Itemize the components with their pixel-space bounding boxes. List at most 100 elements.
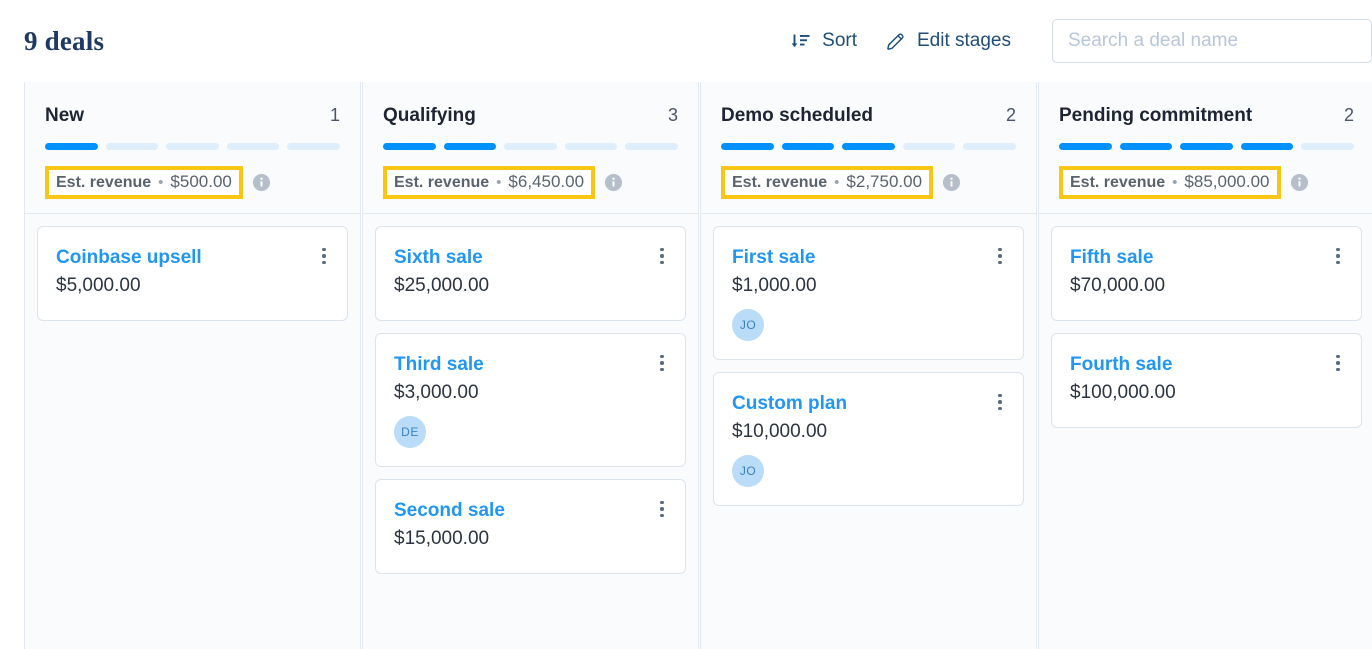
deal-card[interactable]: Coinbase upsell $5,000.00 <box>37 226 348 321</box>
deal-amount: $25,000.00 <box>394 275 490 296</box>
stage-name: Demo scheduled <box>721 105 874 126</box>
estimated-revenue-row: Est. revenue • $6,450.00 <box>383 166 678 199</box>
estimated-revenue-highlight: Est. revenue • $500.00 <box>45 166 243 199</box>
info-circle-icon[interactable] <box>252 173 271 192</box>
page-header: 9 deals Sort Edit stages <box>0 0 1372 82</box>
progress-segment <box>166 143 219 150</box>
progress-segment <box>443 143 497 150</box>
stage-progress-bar <box>45 143 340 150</box>
estimated-revenue-highlight: Est. revenue • $6,450.00 <box>383 166 596 199</box>
edit-stages-button[interactable]: Edit stages <box>871 22 1025 60</box>
stage-deal-count: 2 <box>1005 105 1016 125</box>
estimated-revenue-label: Est. revenue <box>394 174 490 191</box>
deal-name-link[interactable]: Second sale <box>394 500 667 522</box>
progress-segment <box>721 143 774 150</box>
stage-name: Pending commitment <box>1059 105 1253 126</box>
stage-card-list: Fifth sale $70,000.00 Fourth sale $100,000.… <box>1039 214 1372 649</box>
progress-segment <box>842 143 895 150</box>
progress-segment <box>504 143 557 150</box>
stage-header-row: Qualifying 3 <box>383 105 678 127</box>
progress-segment <box>1059 143 1112 150</box>
deal-name-link[interactable]: Fourth sale <box>1070 354 1343 376</box>
more-vertical-icon[interactable] <box>315 245 333 267</box>
pencil-icon <box>885 31 906 52</box>
deal-amount: $3,000.00 <box>394 382 479 403</box>
avatar[interactable]: JO <box>732 309 764 341</box>
progress-segment <box>287 143 340 150</box>
deal-amount: $1,000.00 <box>732 275 817 296</box>
estimated-revenue-row: Est. revenue • $500.00 <box>45 166 340 199</box>
stage-column-header: Pending commitment 2 Est. revenue • $85,000.… <box>1039 82 1372 214</box>
info-circle-icon[interactable] <box>604 173 623 192</box>
stage-progress-bar <box>721 143 1016 150</box>
more-vertical-icon[interactable] <box>991 245 1009 267</box>
deal-name-link[interactable]: Third sale <box>394 354 667 376</box>
stage-column: Demo scheduled 2 Est. revenue • $2,750.00 Fir… <box>700 82 1037 649</box>
progress-segment <box>45 143 98 150</box>
deal-card[interactable]: Sixth sale $25,000.00 <box>375 226 686 321</box>
estimated-revenue-label: Est. revenue <box>1070 174 1166 191</box>
separator-dot: • <box>496 174 502 191</box>
progress-segment <box>781 143 835 150</box>
deal-name-link[interactable]: First sale <box>732 247 1005 269</box>
estimated-revenue-highlight: Est. revenue • $85,000.00 <box>1059 166 1281 199</box>
deal-card[interactable]: Second sale $15,000.00 <box>375 479 686 574</box>
deal-name-link[interactable]: Coinbase upsell <box>56 247 329 269</box>
stage-column-header: Qualifying 3 Est. revenue • $6,450.00 <box>363 82 698 214</box>
deal-card[interactable]: Fourth sale $100,000.00 <box>1051 333 1362 428</box>
stage-header-row: New 1 <box>45 105 340 127</box>
estimated-revenue-row: Est. revenue • $85,000.00 <box>1059 166 1354 199</box>
deal-amount: $70,000.00 <box>1070 275 1166 296</box>
deal-card[interactable]: First sale $1,000.00 JO <box>713 226 1024 360</box>
deal-amount: $100,000.00 <box>1070 382 1176 403</box>
more-vertical-icon[interactable] <box>1329 245 1347 267</box>
progress-segment <box>564 143 618 150</box>
progress-segment <box>105 143 159 150</box>
separator-dot: • <box>1172 174 1178 191</box>
avatar[interactable]: DE <box>394 416 426 448</box>
progress-segment <box>1301 143 1354 150</box>
more-vertical-icon[interactable] <box>991 391 1009 413</box>
deal-name-link[interactable]: Custom plan <box>732 393 1005 415</box>
estimated-revenue-value: $6,450.00 <box>508 172 585 191</box>
estimated-revenue-label: Est. revenue <box>56 174 152 191</box>
estimated-revenue-label: Est. revenue <box>732 174 828 191</box>
estimated-revenue-value: $500.00 <box>170 172 232 191</box>
header-actions: Sort Edit stages <box>776 0 1372 82</box>
deal-amount: $15,000.00 <box>394 528 490 549</box>
stage-column: New 1 Est. revenue • $500.00 Coinbase upsell $… <box>24 82 361 649</box>
deal-card[interactable]: Fifth sale $70,000.00 <box>1051 226 1362 321</box>
deal-amount: $5,000.00 <box>56 275 141 296</box>
stage-column-header: Demo scheduled 2 Est. revenue • $2,750.00 <box>701 82 1036 214</box>
estimated-revenue-row: Est. revenue • $2,750.00 <box>721 166 1016 199</box>
stage-column-header: New 1 Est. revenue • $500.00 <box>25 82 360 214</box>
deal-name-link[interactable]: Sixth sale <box>394 247 667 269</box>
more-vertical-icon[interactable] <box>653 245 671 267</box>
more-vertical-icon[interactable] <box>1329 352 1347 374</box>
search-input[interactable] <box>1052 19 1372 63</box>
more-vertical-icon[interactable] <box>653 498 671 520</box>
deal-name-link[interactable]: Fifth sale <box>1070 247 1343 269</box>
stage-card-list: First sale $1,000.00 JO Custom plan $10,000.… <box>701 214 1036 649</box>
avatar[interactable]: JO <box>732 455 764 487</box>
stage-column: Pending commitment 2 Est. revenue • $85,000.… <box>1038 82 1372 649</box>
info-circle-icon[interactable] <box>942 173 961 192</box>
more-vertical-icon[interactable] <box>653 352 671 374</box>
stage-header-row: Demo scheduled 2 <box>721 105 1016 127</box>
deal-card[interactable]: Third sale $3,000.00 DE <box>375 333 686 467</box>
stage-name: Qualifying <box>383 105 476 126</box>
separator-dot: • <box>834 174 840 191</box>
deal-card[interactable]: Custom plan $10,000.00 JO <box>713 372 1024 506</box>
sort-button[interactable]: Sort <box>776 22 871 60</box>
estimated-revenue-highlight: Est. revenue • $2,750.00 <box>721 166 934 199</box>
deal-amount: $10,000.00 <box>732 421 828 442</box>
page-title: 9 deals <box>24 25 105 56</box>
separator-dot: • <box>158 174 164 191</box>
sort-descending-icon <box>790 31 811 52</box>
info-circle-icon[interactable] <box>1290 173 1309 192</box>
progress-segment <box>226 143 280 150</box>
stage-name: New <box>45 105 85 126</box>
progress-segment <box>1119 143 1173 150</box>
stage-progress-bar <box>1059 143 1354 150</box>
progress-segment <box>1180 143 1233 150</box>
